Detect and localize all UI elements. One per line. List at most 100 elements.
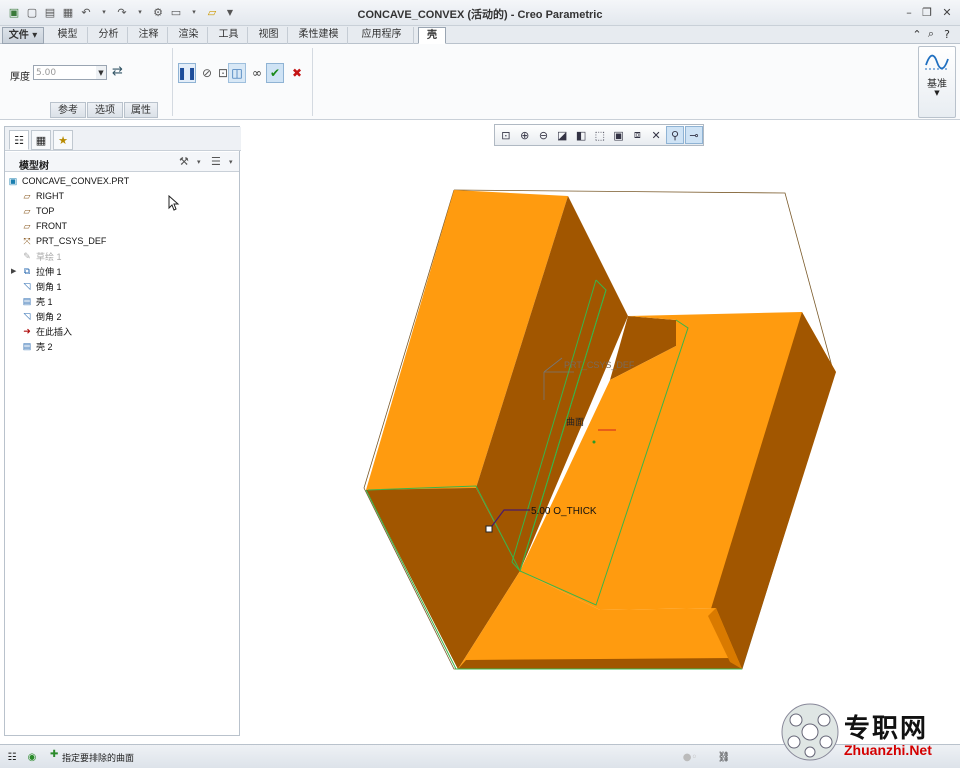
tree-settings-icon[interactable]: ⚒	[179, 155, 189, 168]
expand-arrow-icon[interactable]: ▶	[11, 267, 16, 275]
tree-item-extrude[interactable]: ⧉ 拉伸 1	[21, 264, 62, 278]
tab-shell[interactable]: 壳	[418, 27, 446, 44]
tab-analysis[interactable]: 分析	[90, 27, 128, 44]
tree-item-label: 草绘 1	[36, 251, 62, 262]
glasses-preview-icon[interactable]: ∞	[248, 63, 266, 83]
flip-thickness-icon[interactable]: ⇄	[112, 64, 123, 79]
datum-dropdown-icon[interactable]: ▼	[919, 89, 955, 97]
model-tree-tab-icon[interactable]: ☷	[9, 130, 29, 150]
tree-item-sketch[interactable]: ✎ 草绘 1	[21, 249, 62, 263]
pause-icon[interactable]: ❚❚	[177, 63, 197, 83]
model-tree-panel: ☷ ▦ ★ 模型树 ⚒ ▾ ☰ ▾ ▣ CONCAVE_CONVEX.PRT ▱…	[4, 126, 241, 736]
refit-icon[interactable]: ⊡	[497, 126, 515, 144]
tree-item-chamfer-1[interactable]: ◹ 倒角 1	[21, 279, 62, 293]
tree-columns-icon[interactable]: ☰	[211, 155, 221, 168]
perspective-icon[interactable]: ⧈	[628, 126, 646, 144]
tree-settings-dropdown-icon[interactable]: ▾	[197, 158, 201, 166]
folder-browser-tab-icon[interactable]: ▦	[31, 130, 51, 150]
mouse-cursor-icon	[168, 195, 180, 211]
close-icon[interactable]: ✕	[938, 4, 956, 20]
display-style-icon[interactable]: ◧	[572, 126, 590, 144]
datum-plane-icon: ▱	[23, 220, 31, 231]
tab-references[interactable]: 参考	[50, 102, 86, 118]
window-title: CONCAVE_CONVEX (活动的) - Creo Parametric	[357, 9, 603, 21]
tree-item-top[interactable]: ▱ TOP	[21, 204, 55, 218]
spin-center-icon[interactable]: ⊸	[685, 126, 704, 144]
tree-item-part[interactable]: ▣ CONCAVE_CONVEX.PRT	[7, 174, 129, 188]
tree-item-chamfer-2[interactable]: ◹ 倒角 2	[21, 309, 62, 323]
selection-filter-icon[interactable]: ●◦	[682, 749, 698, 765]
watermark-english-text: Zhuanzhi.Net	[844, 742, 932, 758]
tree-item-label: 倒角 2	[36, 311, 62, 322]
graphics-toolbar: ⊡ ⊕ ⊖ ◪ ◧ ⬚ ▣ ⧈ ✕ ⚲ ⊸	[494, 124, 704, 146]
status-arrow-icon: ✚	[50, 749, 59, 760]
tree-item-shell-1[interactable]: ▤ 壳 1	[21, 294, 53, 308]
annotation-display-icon[interactable]: ⚲	[666, 126, 685, 144]
model-tree-title: 模型树	[19, 161, 49, 172]
tree-item-label: 在此插入	[36, 326, 73, 337]
tree-item-insert-here[interactable]: ➜ 在此插入	[21, 324, 72, 338]
shell-icon: ▤	[22, 340, 32, 351]
search-icon[interactable]: ⌕	[924, 27, 938, 41]
favorites-tab-icon[interactable]: ★	[53, 130, 73, 150]
tab-properties[interactable]: 属性	[124, 102, 158, 118]
datum-plane-icon: ▱	[23, 205, 31, 216]
tab-model[interactable]: 模型	[48, 27, 88, 44]
watermark-chinese-text: 专职网	[844, 714, 929, 744]
tree-item-right[interactable]: ▱ RIGHT	[21, 189, 64, 203]
show-navigator-icon[interactable]: ☷	[4, 749, 20, 765]
ok-checkmark-icon[interactable]: ✔	[266, 63, 284, 83]
tree-item-label: RIGHT	[36, 191, 64, 201]
ribbon-separator	[172, 48, 173, 116]
find-icon[interactable]: ⛓	[716, 749, 732, 765]
part-icon: ▣	[8, 175, 18, 186]
tree-columns-dropdown-icon[interactable]: ▾	[229, 158, 233, 166]
tab-render[interactable]: 渲染	[170, 27, 208, 44]
dimension-drag-handle[interactable]	[485, 525, 493, 533]
title-bar: ▣ ▢ ▤ ▦ ↶ ▾ ↷ ▾ ⚙ ▭ ▾ ▱ ▼ CONCAVE_CONVEX…	[0, 0, 960, 26]
tab-view[interactable]: 视图	[250, 27, 288, 44]
tab-applications[interactable]: 应用程序	[350, 27, 414, 44]
restore-icon[interactable]: ❐	[918, 4, 936, 20]
browser-toggle-icon[interactable]: ◉	[24, 749, 40, 765]
datum-display-filters-icon[interactable]: ✕	[647, 126, 665, 144]
zoom-out-icon[interactable]: ⊖	[535, 126, 553, 144]
graphics-viewport[interactable]: PRT_CSYS_DEF 曲面 5.00 O_THICK	[244, 150, 960, 742]
ribbon-separator	[312, 48, 313, 116]
model-tree-header: 模型树 ⚒ ▾ ☰ ▾	[5, 152, 239, 172]
navigator-tabs: ☷ ▦ ★	[5, 127, 241, 151]
tab-tools[interactable]: 工具	[210, 27, 248, 44]
cancel-x-icon[interactable]: ✖	[288, 63, 306, 83]
tab-file[interactable]: 文件 ▾	[2, 27, 44, 44]
csys-label: PRT_CSYS_DEF	[564, 360, 635, 370]
tab-options[interactable]: 选项	[87, 102, 123, 118]
thickness-label: 厚度	[10, 72, 30, 83]
tree-item-label: FRONT	[36, 221, 67, 231]
help-icon[interactable]: ?	[940, 27, 954, 41]
tree-item-shell-2[interactable]: ▤ 壳 2	[21, 339, 53, 353]
tree-item-label: 倒角 1	[36, 281, 62, 292]
tab-annotate[interactable]: 注释	[130, 27, 168, 44]
saved-orientations-icon[interactable]: ⬚	[591, 126, 609, 144]
extrude-icon: ⧉	[23, 265, 31, 276]
datum-icon	[925, 54, 949, 70]
surface-label: 曲面	[566, 417, 584, 428]
minimize-icon[interactable]: –	[900, 4, 918, 20]
tree-item-front[interactable]: ▱ FRONT	[21, 219, 67, 233]
thickness-dropdown-icon[interactable]: ▼	[96, 66, 106, 79]
tree-item-label: 拉伸 1	[36, 266, 62, 277]
datum-button[interactable]: 基准 ▼	[918, 46, 956, 118]
datum-plane-icon: ▱	[23, 190, 31, 201]
ribbon-tabs: 文件 ▾ 模型 分析 注释 渲染 工具 视图 柔性建模 应用程序 壳	[0, 26, 960, 44]
view-manager-icon[interactable]: ▣	[610, 126, 628, 144]
repaint-icon[interactable]: ◪	[553, 126, 571, 144]
tree-item-label: TOP	[36, 206, 55, 216]
insert-arrow-icon: ➜	[23, 325, 31, 336]
tab-flexible-modeling[interactable]: 柔性建模	[290, 27, 348, 44]
tree-item-csys[interactable]: ⤧ PRT_CSYS_DEF	[21, 234, 106, 248]
zoom-in-icon[interactable]: ⊕	[516, 126, 534, 144]
verify-mode-icon[interactable]: ◫	[228, 63, 246, 83]
dimension-label[interactable]: 5.00 O_THICK	[531, 506, 597, 517]
datum-label: 基准	[927, 79, 947, 90]
minimize-ribbon-icon[interactable]: ⌃	[910, 27, 924, 41]
